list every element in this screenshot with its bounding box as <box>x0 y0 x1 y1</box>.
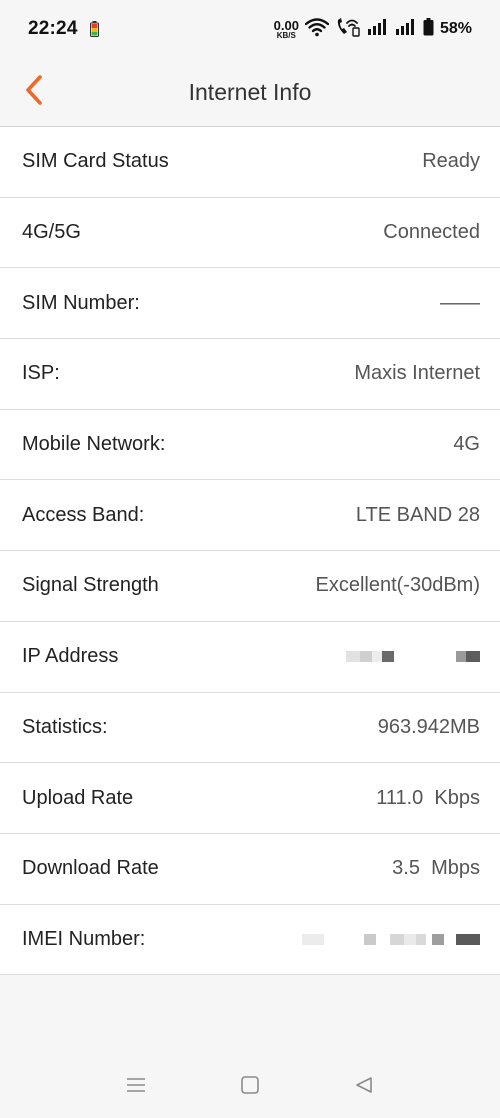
isp-label: ISP: <box>22 362 60 385</box>
row-sim-card-status: SIM Card Status Ready <box>0 127 500 198</box>
recent-apps-button[interactable] <box>123 1074 149 1100</box>
chevron-left-icon <box>24 74 44 110</box>
4g-5g-value: Connected <box>383 221 480 244</box>
redaction-block <box>416 933 426 945</box>
menu-icon <box>126 1076 146 1099</box>
redaction-gap <box>394 651 456 662</box>
redaction-block <box>302 933 324 945</box>
status-bar: 22:24 0.00 KB/S 58% <box>0 0 500 58</box>
network-speed: 0.00 KB/S <box>274 19 299 40</box>
download-rate-value: 3.5 Mbps <box>392 857 480 880</box>
battery-percentage: 58% <box>439 20 472 37</box>
wifi-calling-icon <box>335 17 361 42</box>
redaction-block <box>466 651 480 663</box>
redaction-block <box>432 933 444 945</box>
redaction-block <box>372 651 382 663</box>
redaction-gap <box>376 934 390 945</box>
access-band-value: LTE BAND 28 <box>355 503 480 526</box>
home-icon <box>240 1075 260 1100</box>
clock-time: 22:24 <box>28 18 78 39</box>
row-ip-address: IP Address <box>0 622 500 693</box>
redaction-block <box>456 933 480 945</box>
4g-5g-label: 4G/5G <box>22 221 81 244</box>
signal-icon-2 <box>395 18 417 41</box>
row-sim-number: SIM Number: —— <box>0 268 500 340</box>
redaction-block <box>364 933 376 945</box>
system-navigation-bar <box>0 1056 500 1118</box>
upload-rate-label: Upload Rate <box>22 786 134 809</box>
page-title: Internet Info <box>188 79 312 105</box>
redaction-block <box>404 933 416 945</box>
redaction-block <box>360 651 372 663</box>
back-button[interactable] <box>14 72 54 112</box>
redaction-gap <box>444 934 456 945</box>
row-statistics: Statistics: 963.942MB <box>0 693 500 764</box>
sim-card-status-value: Ready <box>422 150 480 173</box>
internet-info-list: SIM Card Status Ready 4G/5G Connected SI… <box>0 127 500 976</box>
mobile-network-label: Mobile Network: <box>22 433 166 456</box>
charging-battery-icon <box>89 21 99 37</box>
row-isp: ISP: Maxis Internet <box>0 339 500 410</box>
status-right: 0.00 KB/S 58% <box>274 17 472 42</box>
imei-number-label: IMEI Number: <box>22 927 146 950</box>
row-download-rate: Download Rate 3.5 Mbps <box>0 834 500 905</box>
network-speed-unit: KB/S <box>276 30 296 40</box>
sim-number-label: SIM Number: <box>22 291 140 314</box>
sim-card-status-label: SIM Card Status <box>22 150 169 173</box>
redaction-block <box>346 651 360 663</box>
sim-number-value: —— <box>440 291 480 314</box>
statistics-value: 963.942MB <box>377 715 480 738</box>
redaction-block <box>390 933 404 945</box>
access-band-label: Access Band: <box>22 503 145 526</box>
ip-address-redacted-value <box>346 647 480 667</box>
row-upload-rate: Upload Rate 111.0 Kbps <box>0 763 500 834</box>
isp-value: Maxis Internet <box>354 362 480 385</box>
mobile-network-value: 4G <box>453 433 480 456</box>
download-rate-label: Download Rate <box>22 857 159 880</box>
app-header: Internet Info <box>0 58 500 127</box>
signal-icon <box>367 18 389 41</box>
redaction-block <box>382 651 394 663</box>
ip-address-label: IP Address <box>22 645 119 668</box>
signal-strength-label: Signal Strength <box>22 574 159 597</box>
signal-strength-value: Excellent(-30dBm) <box>315 574 480 597</box>
redaction-block <box>456 651 466 663</box>
wifi-icon <box>304 17 330 42</box>
row-access-band: Access Band: LTE BAND 28 <box>0 480 500 552</box>
back-nav-button[interactable] <box>351 1074 377 1100</box>
row-mobile-network: Mobile Network: 4G <box>0 410 500 481</box>
redaction-gap <box>324 934 364 945</box>
upload-rate-value: 111.0 Kbps <box>376 786 480 809</box>
home-button[interactable] <box>237 1074 263 1100</box>
back-triangle-icon <box>354 1075 374 1100</box>
row-4g-5g: 4G/5G Connected <box>0 198 500 269</box>
row-signal-strength: Signal Strength Excellent(-30dBm) <box>0 551 500 622</box>
status-left: 22:24 <box>28 18 99 40</box>
network-speed-value: 0.00 <box>273 17 299 33</box>
battery-icon <box>423 17 434 41</box>
imei-number-redacted-value <box>302 929 480 949</box>
statistics-label: Statistics: <box>22 715 108 738</box>
row-imei-number: IMEI Number: <box>0 905 500 976</box>
